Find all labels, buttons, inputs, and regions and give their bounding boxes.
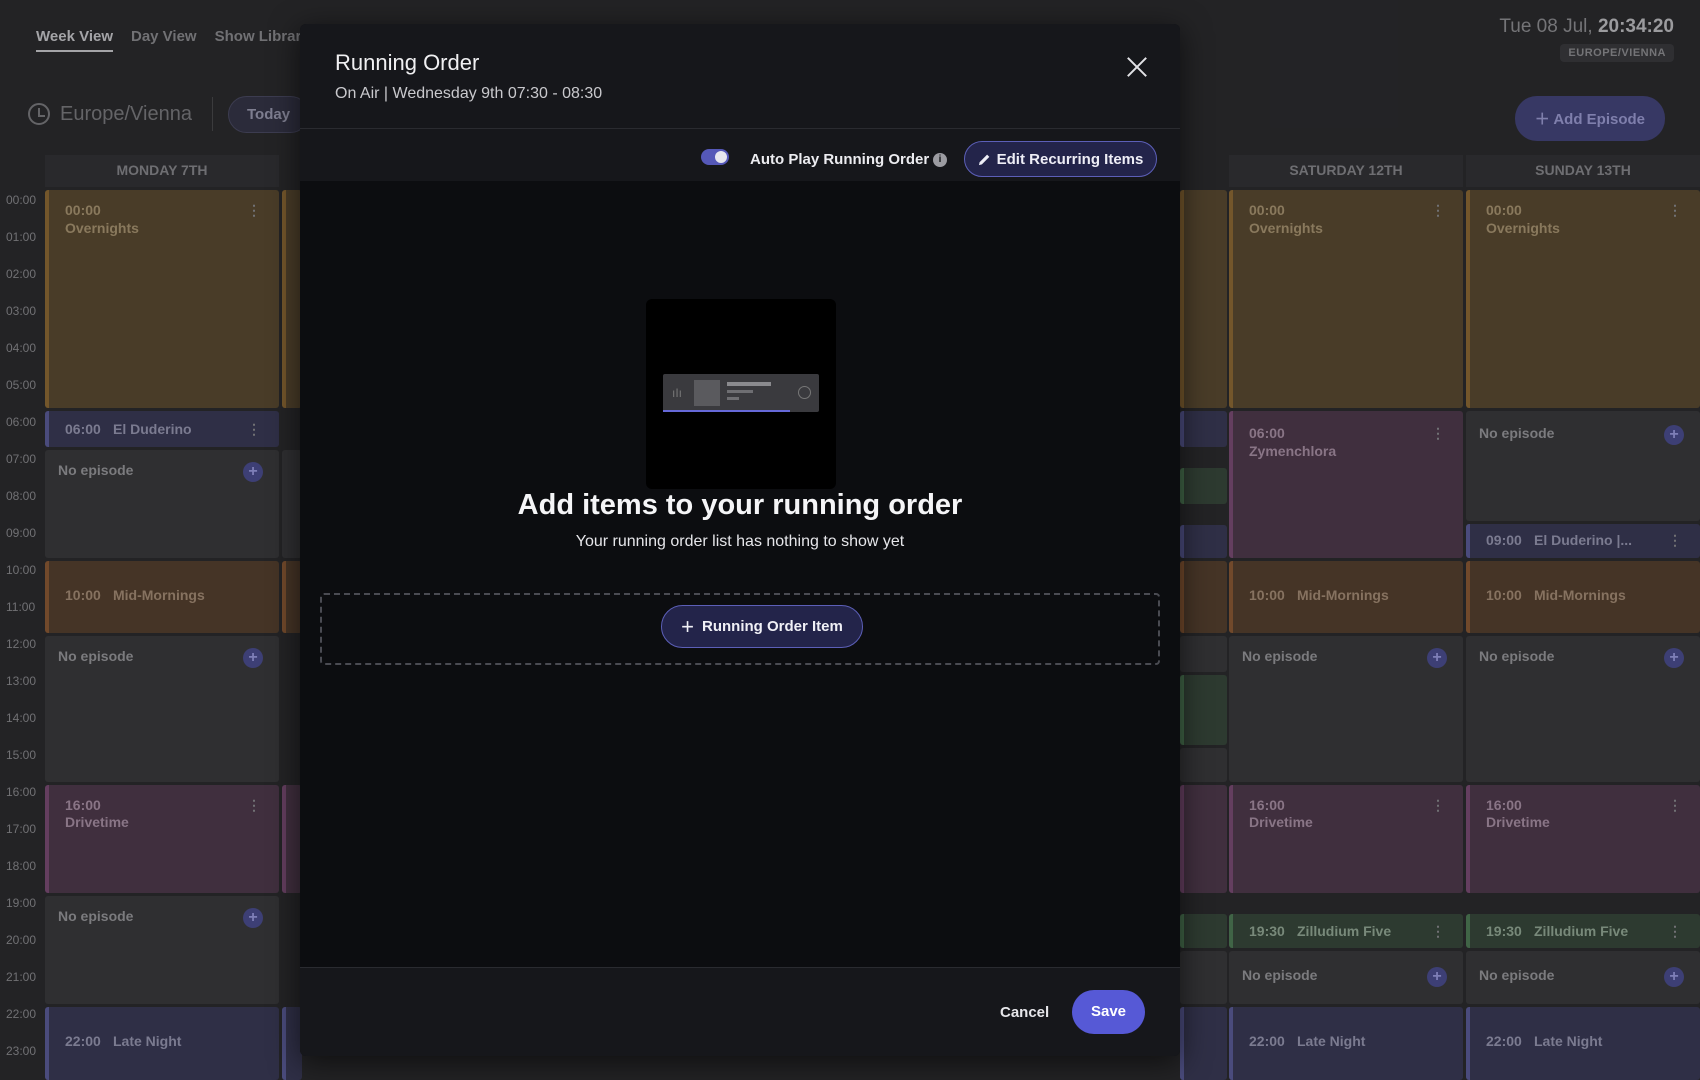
running-order-modal: Running Order On Air | Wednesday 9th 07:… [300, 24, 1180, 1056]
waveform-icon: ıIı [672, 386, 683, 400]
progress-bar [663, 410, 790, 412]
add-item-label: Running Order Item [702, 618, 843, 635]
close-icon[interactable] [1124, 54, 1150, 80]
week-calendar-app: Week View Day View Show Library Tue 08 J… [0, 0, 1700, 1080]
pencil-icon [978, 154, 989, 165]
plus-icon: + [681, 613, 694, 639]
text-line [727, 390, 753, 393]
running-order-dropzone[interactable]: + Running Order Item [320, 593, 1160, 665]
edit-recurring-items-button[interactable]: Edit Recurring Items [964, 141, 1157, 177]
modal-subtitle: On Air | Wednesday 9th 07:30 - 08:30 [335, 85, 603, 102]
modal-body: ıIı Add items to your running order Your… [300, 181, 1180, 967]
text-line [727, 382, 771, 386]
modal-title: Running Order [335, 50, 480, 75]
auto-play-label: Auto Play Running Order [750, 151, 930, 168]
save-button[interactable]: Save [1072, 990, 1145, 1034]
thumbnail-placeholder [694, 380, 720, 406]
add-running-order-item-button[interactable]: + Running Order Item [661, 605, 863, 648]
illustration-card: ıIı [663, 374, 819, 412]
modal-footer: Cancel Save [300, 967, 1180, 1056]
modal-header: Running Order On Air | Wednesday 9th 07:… [300, 24, 1180, 129]
empty-state-title: Add items to your running order [517, 489, 963, 521]
auto-play-toggle[interactable] [701, 149, 729, 165]
empty-state-subtitle: Your running order list has nothing to s… [575, 533, 905, 550]
empty-state-illustration: ıIı [646, 299, 836, 489]
info-icon[interactable]: i [933, 153, 947, 167]
play-icon [798, 386, 811, 399]
cancel-button[interactable]: Cancel [1000, 1004, 1049, 1021]
edit-recurring-label: Edit Recurring Items [996, 150, 1144, 168]
text-line [727, 397, 739, 400]
